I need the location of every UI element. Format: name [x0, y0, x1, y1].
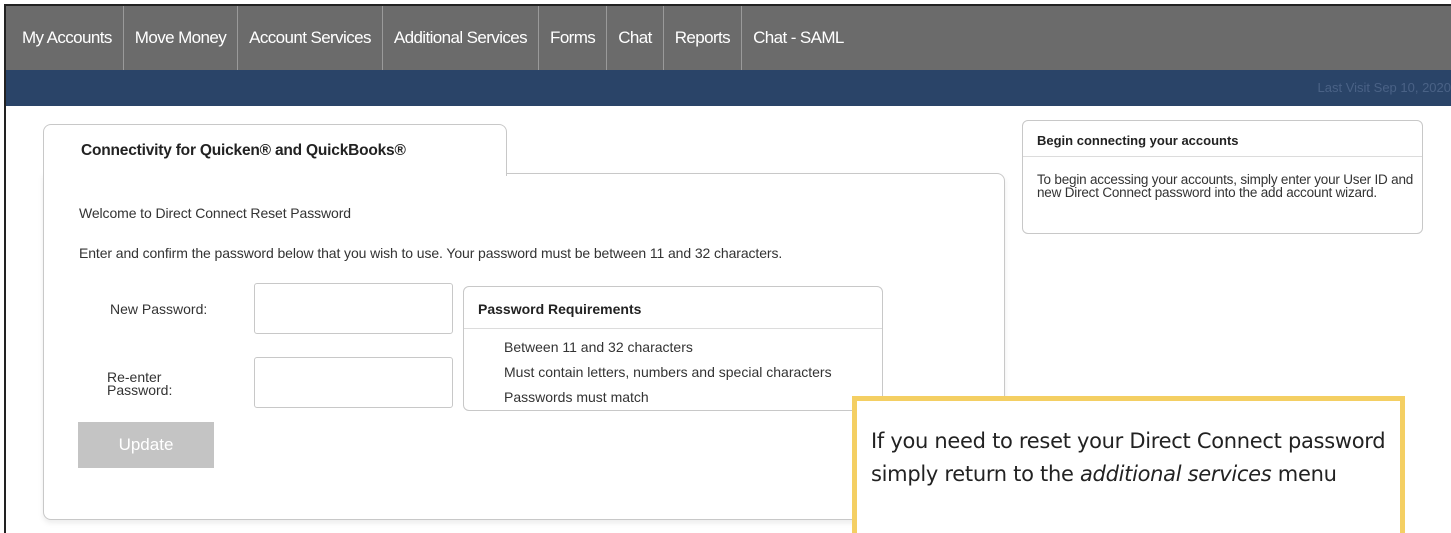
instructions-text: Enter and confirm the password below tha… [79, 245, 783, 261]
callout-text-after: menu [1271, 462, 1337, 486]
callout-text-italic: additional services [1079, 462, 1272, 486]
side-box-divider [1023, 156, 1422, 157]
tab-connectivity[interactable]: Connectivity for Quicken® and QuickBooks… [43, 124, 507, 176]
nav-item-move-money[interactable]: Move Money [124, 6, 239, 70]
requirement-item: Passwords must match [504, 389, 649, 405]
sub-header-bar: Last Visit Sep 10, 2020 [6, 70, 1451, 106]
nav-item-additional-services[interactable]: Additional Services [383, 6, 540, 70]
last-visit-text: Last Visit Sep 10, 2020 [1317, 80, 1451, 95]
reenter-password-input[interactable] [254, 357, 453, 408]
nav-item-account-services[interactable]: Account Services [238, 6, 383, 70]
callout-text: If you need to reset your Direct Connect… [871, 425, 1386, 491]
new-password-label: New Password: [110, 301, 208, 317]
update-button[interactable]: Update [78, 422, 214, 468]
begin-connecting-box: Begin connecting your accounts To begin … [1022, 120, 1423, 234]
nav-item-reports[interactable]: Reports [664, 6, 743, 70]
reenter-password-label: Re-enter Password: [107, 370, 173, 398]
new-password-input[interactable] [254, 283, 453, 334]
password-requirements-box: Password Requirements Between 11 and 32 … [463, 286, 883, 411]
nav-item-forms[interactable]: Forms [539, 6, 608, 70]
nav-item-chat-saml[interactable]: Chat - SAML [742, 6, 855, 70]
nav-item-my-accounts[interactable]: My Accounts [6, 6, 124, 70]
reenter-label-line2: Password: [107, 382, 173, 398]
requirements-divider [464, 328, 882, 329]
top-navigation: My Accounts Move Money Account Services … [6, 6, 1451, 70]
help-callout: If you need to reset your Direct Connect… [852, 396, 1405, 533]
requirement-item: Must contain letters, numbers and specia… [504, 364, 832, 380]
nav-item-chat[interactable]: Chat [607, 6, 664, 70]
side-box-text: To begin accessing your accounts, simply… [1037, 172, 1414, 200]
welcome-text: Welcome to Direct Connect Reset Password [79, 205, 351, 221]
requirements-title: Password Requirements [478, 301, 642, 317]
requirement-item: Between 11 and 32 characters [504, 339, 693, 355]
side-box-title: Begin connecting your accounts [1037, 133, 1239, 148]
